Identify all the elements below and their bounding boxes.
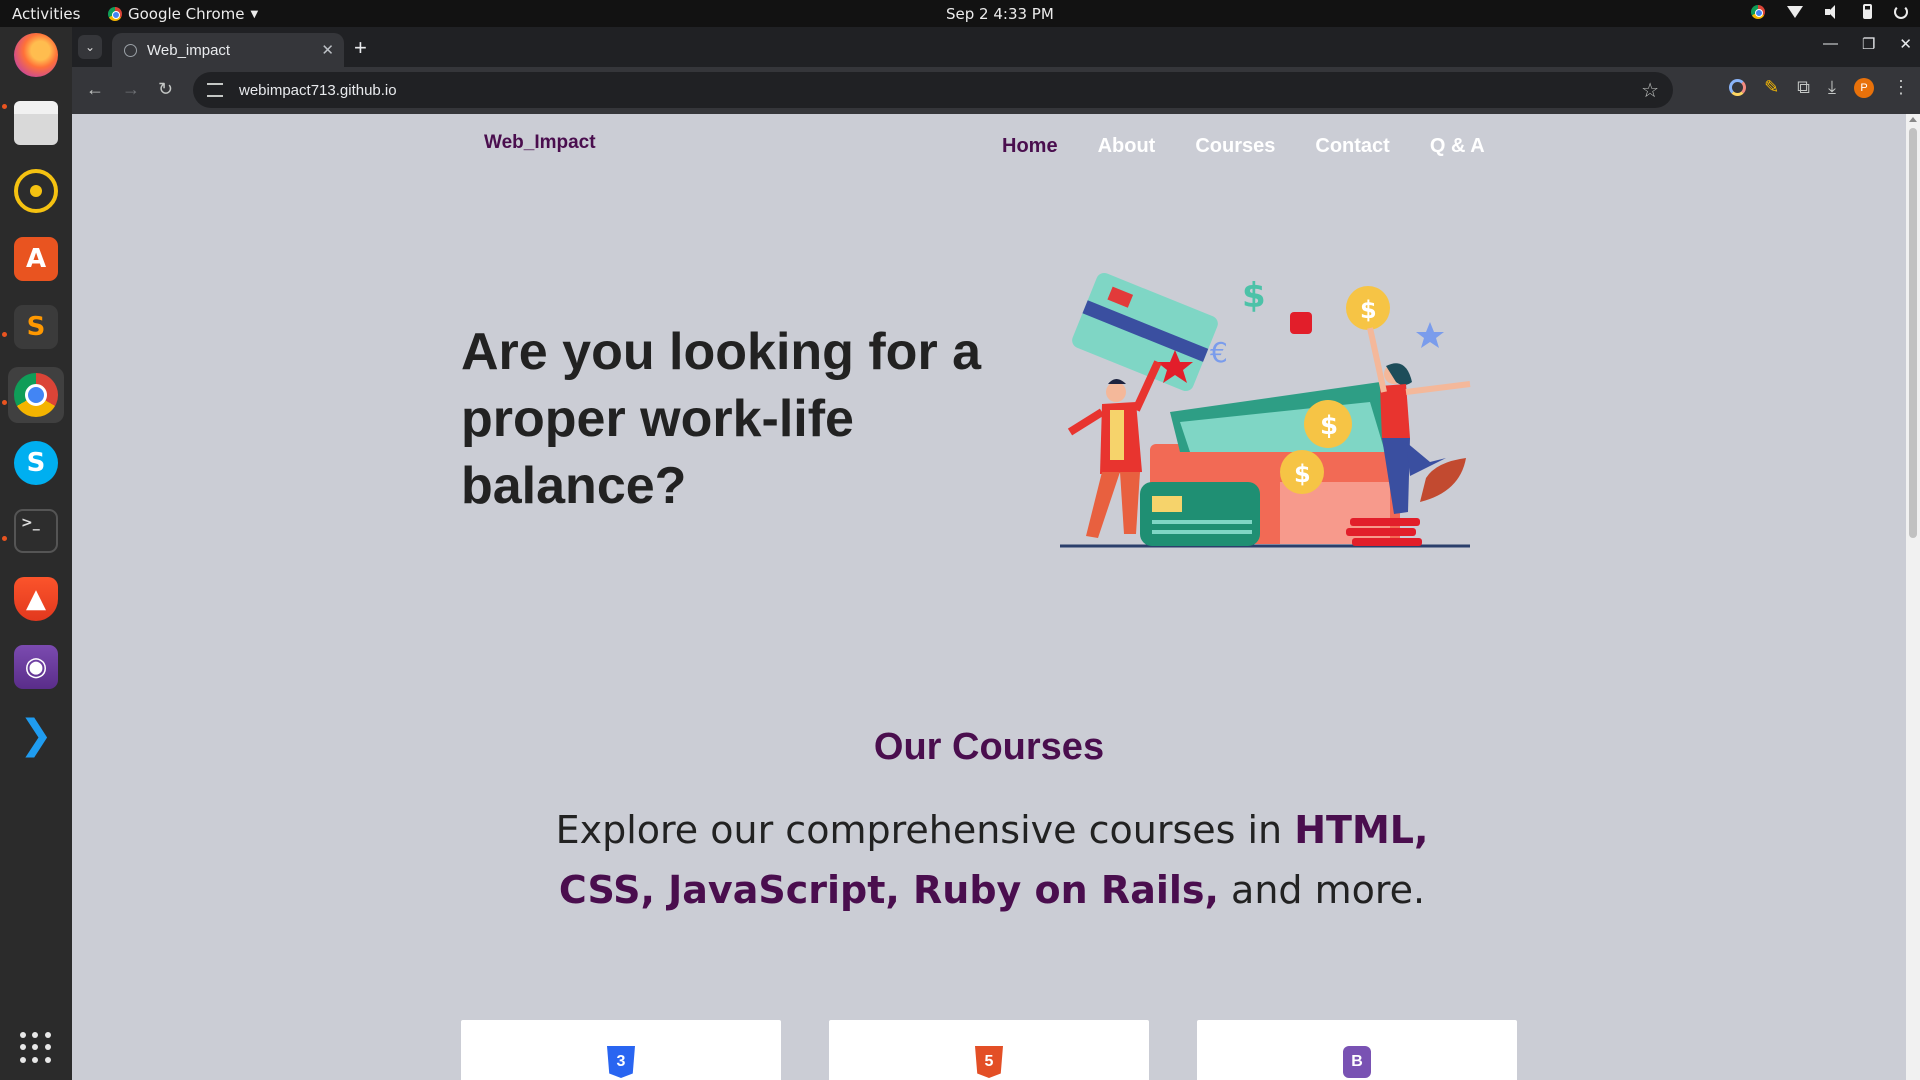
dock-app-center[interactable]: A — [8, 231, 64, 287]
vscode-icon: ❯ — [19, 712, 53, 758]
bookmark-star-icon[interactable]: ☆ — [1641, 78, 1659, 103]
volume-icon[interactable] — [1825, 4, 1841, 19]
close-tab-icon[interactable]: ✕ — [321, 41, 334, 59]
firefox-icon — [14, 33, 58, 77]
course-card-bootstrap[interactable]: B — [1197, 1020, 1517, 1080]
back-icon[interactable]: ← — [86, 79, 104, 100]
browser-window: ⌄ Web_impact ✕ + — ❐ ✕ ← → ↻ webimpact71… — [72, 27, 1920, 1080]
svg-text:$: $ — [1242, 276, 1266, 316]
browser-toolbar: ← → ↻ webimpact713.github.io ☆ ✎ ⧉ ⤓ P ⋮ — [72, 67, 1920, 114]
dock-rhythmbox[interactable] — [8, 163, 64, 219]
app-menu-label: Google Chrome — [128, 5, 245, 23]
nav-home[interactable]: Home — [1002, 135, 1058, 158]
courses-desc-prefix: Explore our comprehensive courses in — [555, 808, 1295, 852]
extension-color-icon[interactable] — [1729, 79, 1747, 96]
svg-text:$: $ — [1320, 411, 1338, 441]
dock-video-editor[interactable]: ◉ — [8, 639, 64, 695]
rhythmbox-icon — [14, 169, 58, 213]
battery-icon[interactable] — [1863, 4, 1872, 19]
running-indicator — [2, 400, 7, 405]
caret-down-icon: ▼ — [250, 8, 259, 20]
system-tray[interactable] — [1751, 4, 1908, 19]
tab-strip: ⌄ Web_impact ✕ + — ❐ ✕ — [72, 27, 1920, 67]
restore-icon[interactable]: ❐ — [1862, 35, 1875, 53]
skype-icon: S — [14, 441, 58, 485]
dock-brave[interactable]: ▲ — [8, 571, 64, 627]
running-indicator — [2, 332, 7, 337]
reload-icon[interactable]: ↻ — [158, 79, 173, 100]
dock-sublime[interactable]: S — [8, 299, 64, 355]
show-apps-icon[interactable] — [20, 1032, 52, 1064]
tab-web-impact[interactable]: Web_impact ✕ — [112, 33, 344, 67]
svg-text:$: $ — [1294, 460, 1311, 488]
running-indicator — [2, 104, 7, 109]
dock-chrome[interactable] — [8, 367, 64, 423]
courses-description: Explore our comprehensive courses in HTM… — [552, 800, 1432, 920]
courses-heading: Our Courses — [873, 726, 1105, 768]
hero-illustration: $ $ $ $ € — [1060, 272, 1471, 548]
address-bar[interactable]: webimpact713.github.io ☆ — [193, 72, 1673, 108]
dock-files[interactable] — [8, 95, 64, 151]
system-top-bar: Activities Google Chrome ▼ Sep 2 4:33 PM — [0, 0, 1920, 27]
new-tab-button[interactable]: + — [354, 35, 367, 61]
site-menu: Home About Courses Contact Q & A — [1002, 135, 1485, 158]
menu-kebab-icon[interactable]: ⋮ — [1892, 77, 1910, 98]
app-menu[interactable]: Google Chrome ▼ — [108, 5, 258, 23]
power-icon[interactable] — [1894, 4, 1908, 19]
extensions-puzzle-icon[interactable]: ⧉ — [1797, 77, 1810, 98]
page-scrollbar[interactable] — [1906, 114, 1920, 1080]
dock-terminal[interactable]: >_ — [8, 503, 64, 559]
activities-button[interactable]: Activities — [12, 5, 80, 23]
terminal-icon: >_ — [14, 509, 58, 553]
nav-contact[interactable]: Contact — [1315, 135, 1389, 158]
extension-pen-icon[interactable]: ✎ — [1764, 77, 1779, 98]
close-window-icon[interactable]: ✕ — [1899, 35, 1912, 53]
globe-icon — [124, 43, 137, 57]
profile-avatar[interactable]: P — [1854, 77, 1874, 98]
course-card-html[interactable]: 5 — [829, 1020, 1149, 1080]
files-icon — [14, 101, 58, 145]
minimize-icon[interactable]: — — [1823, 35, 1838, 53]
chrome-tray-icon[interactable] — [1751, 4, 1765, 19]
dock-vscode[interactable]: ❯ — [8, 707, 64, 763]
courses-desc-suffix: and more. — [1218, 868, 1426, 912]
wifi-icon[interactable] — [1787, 5, 1803, 18]
html5-icon: 5 — [975, 1046, 1003, 1078]
url-text: webimpact713.github.io — [239, 81, 397, 99]
course-card-css[interactable]: 3 — [461, 1020, 781, 1080]
sublime-text-icon: S — [14, 305, 58, 349]
site-brand-logo[interactable]: Web_Impact — [484, 132, 596, 154]
bootstrap-icon: B — [1343, 1046, 1371, 1078]
dock: A S S >_ ▲ ◉ ❯ — [0, 27, 72, 1080]
site-settings-icon[interactable] — [207, 83, 223, 97]
nav-about[interactable]: About — [1098, 135, 1156, 158]
svg-text:€: € — [1210, 336, 1228, 369]
dock-firefox[interactable] — [8, 27, 64, 83]
app-center-icon: A — [14, 237, 58, 281]
nav-qa[interactable]: Q & A — [1430, 135, 1485, 158]
hero-heading: Are you looking for a proper work-life b… — [461, 323, 982, 515]
svg-text:$: $ — [1360, 296, 1377, 324]
chrome-icon — [108, 7, 122, 21]
nav-courses[interactable]: Courses — [1195, 135, 1275, 158]
download-icon[interactable]: ⤓ — [1828, 77, 1836, 98]
web-page: Web_Impact Home About Courses Contact Q … — [72, 114, 1920, 1080]
toolbar-actions: ✎ ⧉ ⤓ P ⋮ — [1729, 77, 1910, 98]
tab-search-button[interactable]: ⌄ — [78, 35, 102, 59]
brave-icon: ▲ — [14, 577, 58, 621]
site-navbar: Web_Impact Home About Courses Contact Q … — [72, 114, 1906, 174]
clock[interactable]: Sep 2 4:33 PM — [946, 5, 1054, 23]
scroll-up-icon[interactable] — [1909, 117, 1917, 122]
css3-icon: 3 — [607, 1046, 635, 1078]
video-editor-icon: ◉ — [14, 645, 58, 689]
tab-title: Web_impact — [147, 41, 231, 59]
dock-skype[interactable]: S — [8, 435, 64, 491]
running-indicator — [2, 536, 7, 541]
forward-icon[interactable]: → — [122, 79, 140, 100]
scrollbar-thumb[interactable] — [1909, 128, 1917, 538]
chrome-icon — [14, 373, 58, 417]
window-controls: — ❐ ✕ — [1823, 35, 1912, 53]
